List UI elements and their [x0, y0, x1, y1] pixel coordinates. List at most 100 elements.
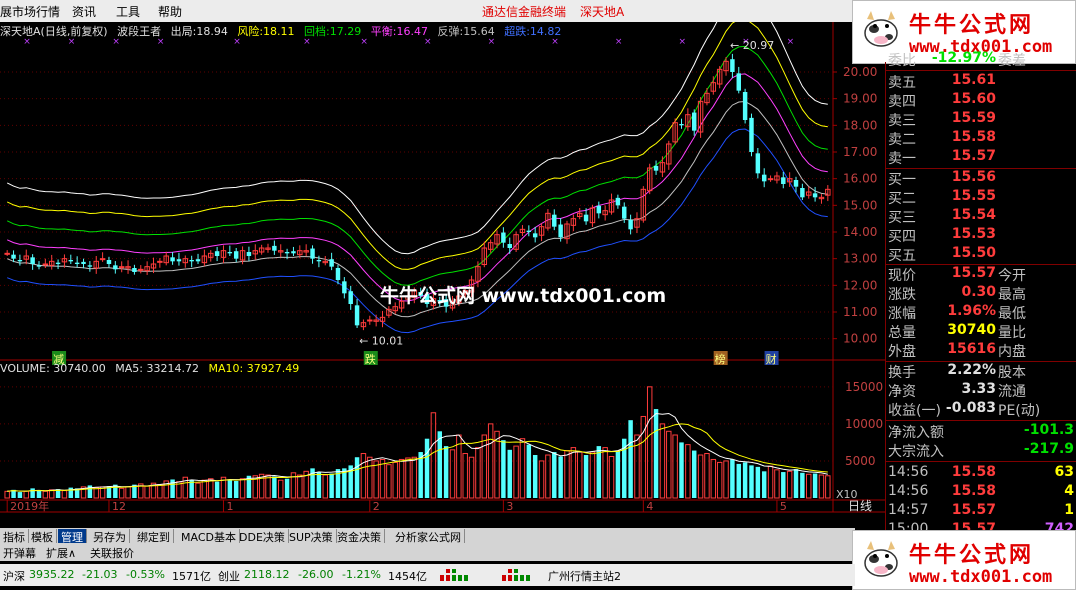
price-tick-label: 18.00	[843, 118, 877, 132]
volume-bar-up	[545, 454, 551, 499]
volume-bar-up	[538, 460, 545, 499]
netflow-value: -101.3	[1023, 422, 1074, 438]
volume-bar-down	[800, 472, 805, 498]
cy-index-pct: -1.21%	[342, 568, 381, 581]
tab-formula-site[interactable]: 分析家公式网	[392, 529, 465, 544]
candle-body-down	[30, 257, 35, 264]
candle-body-down	[214, 251, 220, 256]
sell-price: 15.57	[951, 148, 996, 164]
candle-body-down	[170, 257, 175, 262]
volume-bar-down	[558, 456, 563, 498]
menu-help[interactable]: 帮助	[158, 3, 182, 20]
stat-row: 涨幅 1.96% 最低	[886, 303, 1076, 322]
sell-row[interactable]: 卖二 15.58	[886, 129, 1076, 148]
barrage-button[interactable]: 开弹幕	[3, 545, 36, 561]
tab-dde[interactable]: DDE决策	[236, 529, 289, 544]
blockflow-label: 大宗流入	[888, 444, 944, 460]
candle-body-down	[74, 262, 80, 264]
tab-indicator[interactable]: 指标	[0, 529, 29, 544]
buy-label: 买三	[888, 210, 916, 226]
menu-tools[interactable]: 工具	[116, 3, 140, 20]
buy-label: 买四	[888, 229, 916, 245]
out-value: 18.94	[196, 25, 228, 38]
weibi-value: -12.97%	[931, 50, 996, 66]
rebound-label: 反弹:	[437, 25, 464, 38]
volume-bar-up	[360, 453, 367, 499]
menu-market[interactable]: 展市场行情	[0, 3, 60, 20]
tab-macd[interactable]: MACD基本	[178, 529, 240, 544]
ma5-label: MA5:	[115, 362, 144, 375]
candle-body-down	[596, 205, 602, 214]
volume-bar-down	[443, 446, 449, 498]
buy-row[interactable]: 买二 15.55	[886, 188, 1076, 207]
related-quote-button[interactable]: 关联报价	[90, 545, 134, 561]
tab-template[interactable]: 模板	[28, 529, 57, 544]
stat-label-2: PE(动)	[998, 403, 1041, 419]
volume-bar-down	[354, 457, 360, 498]
volume-bar-up	[774, 469, 780, 499]
price-tick-label: 12.00	[843, 278, 877, 292]
volume-bar-up	[430, 412, 437, 499]
volume-bar-down	[653, 409, 659, 498]
buy-price: 15.54	[951, 207, 996, 223]
candle-body-down	[679, 124, 684, 126]
stat-row: 收益(一) -0.083 PE(动)	[886, 400, 1076, 419]
buy-row[interactable]: 买五 15.50	[886, 245, 1076, 264]
server-name[interactable]: 广州行情主站2	[548, 568, 621, 584]
sh-index-pct: -0.53%	[126, 568, 165, 581]
stat-row: 换手 2.22% 股本	[886, 362, 1076, 381]
volume-bar-up	[322, 474, 328, 499]
candle-body-down	[272, 245, 277, 251]
candle-body-down	[812, 193, 818, 198]
stat-value: 15616	[947, 341, 996, 357]
buy-row[interactable]: 买四 15.53	[886, 226, 1076, 245]
candle-body-down	[354, 305, 360, 326]
tick-price: 15.57	[951, 502, 996, 518]
buy-row[interactable]: 买三 15.54	[886, 207, 1076, 226]
sell-row[interactable]: 卖五 15.61	[886, 72, 1076, 91]
indicator-tab-bar: 指标 模板 管理 另存为 绑定到 MACD基本 DDE决策 SUP决策 资金决策…	[0, 528, 855, 544]
stat-value: 3.33	[961, 381, 996, 397]
price-tick-label: 16.00	[843, 172, 877, 186]
stat-row: 外盘 15616 内盘	[886, 341, 1076, 360]
volume-bar-up	[475, 447, 481, 499]
sell-label: 卖二	[888, 132, 916, 148]
candle-body-down	[781, 177, 786, 184]
volume-bar-up	[570, 447, 577, 499]
stat-label-2: 最低	[998, 306, 1026, 322]
volume-bar-down	[793, 469, 799, 498]
volume-bar-up	[576, 451, 583, 499]
volume-bar-up	[672, 434, 678, 499]
kline-chart[interactable]: 20.00 19.00 18.00 17.00 16.00 15.00 14.00 13.00…	[0, 22, 885, 514]
sell-row[interactable]: 卖四 15.60	[886, 91, 1076, 110]
tick-time: 14:56	[888, 483, 929, 499]
candle-body-down	[526, 230, 532, 232]
volume-bar-up	[806, 473, 812, 499]
volume-bar-up	[818, 474, 825, 499]
volume-bar-down	[730, 459, 735, 498]
cy-index-label: 创业	[218, 570, 240, 583]
tab-save-as[interactable]: 另存为	[90, 529, 130, 544]
expand-button[interactable]: 扩展∧	[46, 545, 76, 561]
menu-news[interactable]: 资讯	[72, 3, 96, 20]
sell-row[interactable]: 卖三 15.59	[886, 110, 1076, 129]
volume-bar-up	[710, 458, 717, 499]
tab-bind-to[interactable]: 绑定到	[134, 529, 174, 544]
tick-price: 15.58	[951, 464, 996, 480]
buy-label: 买五	[888, 248, 916, 264]
stat-value: 30740	[947, 322, 996, 338]
sell-price: 15.58	[951, 129, 996, 145]
stat-row: 净资 3.33 流通	[886, 381, 1076, 400]
tab-capital[interactable]: 资金决策	[334, 529, 385, 544]
weibi-row: 委比 -12.97% 委差	[886, 50, 1076, 69]
buy-row[interactable]: 买一 15.56	[886, 169, 1076, 188]
candle-body-down	[736, 73, 741, 91]
volume-bar-up	[297, 474, 303, 499]
tab-sup[interactable]: SUP决策	[286, 529, 337, 544]
sell-row[interactable]: 卖一 15.57	[886, 148, 1076, 167]
candle-body-down	[316, 260, 322, 262]
blockflow-value: -217.9	[1023, 441, 1074, 457]
date-tick-label: 12	[112, 500, 126, 513]
tab-manage[interactable]: 管理	[58, 529, 87, 544]
ma5-value: 33214.72	[146, 362, 200, 375]
